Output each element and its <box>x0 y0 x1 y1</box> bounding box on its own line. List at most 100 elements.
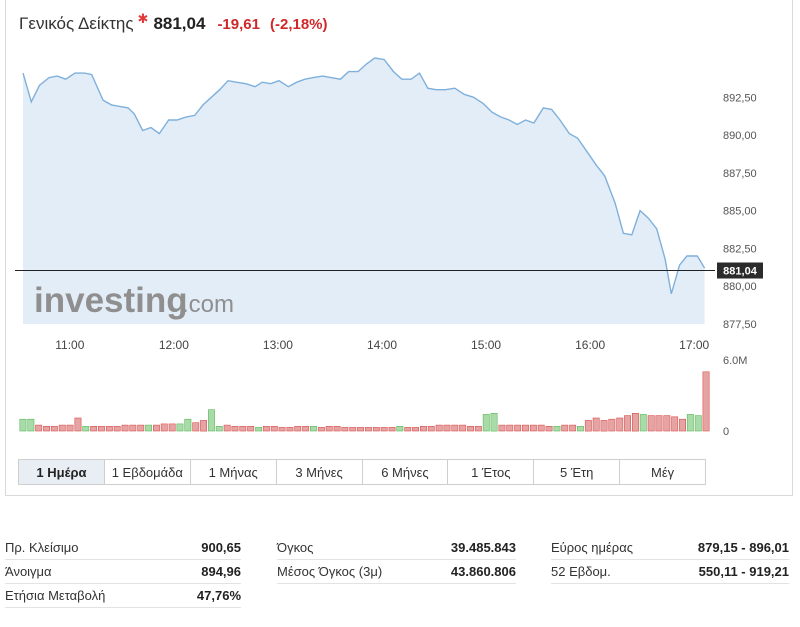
stat-label: 52 Εβδομ. <box>551 564 611 579</box>
timeframe-tab[interactable]: 5 Έτη <box>534 460 621 484</box>
stat-value: 879,15 - 896,01 <box>697 540 789 555</box>
volume-bar <box>113 425 121 432</box>
volume-bar <box>105 425 113 432</box>
stat-row: Εύρος ημέρας 879,15 - 896,01 <box>551 536 789 560</box>
volume-bar <box>121 424 129 432</box>
stat-row: 52 Εβδομ. 550,11 - 919,21 <box>551 560 789 584</box>
volume-bar <box>702 371 710 432</box>
volume-bar <box>208 409 215 432</box>
volume-bar <box>317 427 325 432</box>
stats-column-2: Όγκος 39.485.843 Μέσος Όγκος (3μ) 43.860.80… <box>277 536 516 584</box>
volume-bar <box>239 425 247 432</box>
volume-bar <box>569 424 577 432</box>
x-tick-label: 16:00 <box>575 338 605 352</box>
volume-bar <box>364 427 372 432</box>
volume-bar <box>647 415 655 432</box>
timeframe-tabs: 1 Ημέρα 1 Εβδομάδα 1 Μήνας 3 Μήνες 6 Μήνες 1 … <box>18 459 706 485</box>
volume-bar <box>529 424 537 432</box>
timeframe-tab[interactable]: 6 Μήνες <box>363 460 449 484</box>
volume-bar <box>145 424 152 432</box>
timeframe-tab[interactable]: 1 Μήνας <box>191 460 277 484</box>
timeframe-tab[interactable]: 3 Μήνες <box>277 460 363 484</box>
volume-bar <box>584 420 592 432</box>
stat-value: 43.860.806 <box>450 564 516 579</box>
volume-bar <box>153 424 160 432</box>
stat-value: 39.485.843 <box>450 540 516 555</box>
volume-bar <box>553 425 561 432</box>
last-price-badge-label: 881,04 <box>723 265 758 277</box>
volume-bar <box>506 424 514 432</box>
volume-bar <box>412 427 419 432</box>
logo-brand: investing <box>34 281 188 320</box>
stat-label: Ετήσια Μεταβολή <box>5 588 106 603</box>
volume-bar <box>435 424 443 432</box>
y-tick-label: 887,50 <box>723 168 757 180</box>
stat-label: Εύρος ημέρας <box>551 540 633 555</box>
volume-bar <box>176 423 184 432</box>
volume-bar <box>325 425 333 432</box>
logo-suffix: .com <box>182 291 234 318</box>
volume-bar <box>639 414 647 432</box>
volume-bar <box>467 425 474 432</box>
volume-bar <box>616 417 624 432</box>
volume-bar <box>624 415 632 432</box>
volume-bar <box>223 424 231 432</box>
volume-bar <box>66 424 74 432</box>
volume-bar <box>200 420 207 432</box>
volume-bar <box>255 427 262 432</box>
volume-bar <box>419 425 427 432</box>
volume-bar <box>600 420 608 432</box>
volume-tick-label: 0 <box>723 426 729 438</box>
y-tick-label: 880,00 <box>723 281 757 293</box>
timeframe-tab[interactable]: 1 Εβδομάδα <box>105 460 191 484</box>
volume-bar <box>663 415 671 432</box>
stat-row: Ετήσια Μεταβολή 47,76% <box>5 584 241 608</box>
volume-bar <box>694 415 702 432</box>
y-tick-label: 885,00 <box>723 206 757 218</box>
volume-bar <box>631 412 639 432</box>
volume-bar <box>514 424 522 432</box>
timeframe-tab[interactable]: 1 Έτος <box>448 460 535 484</box>
volume-bar <box>482 414 490 432</box>
volume-bar <box>74 417 82 432</box>
timeframe-tab[interactable]: 1 Ημέρα <box>19 460 105 484</box>
volume-bar <box>168 423 176 432</box>
volume-bar <box>215 425 223 432</box>
price-chart[interactable]: investing .com 892,50890,00887,50885,008… <box>0 0 800 460</box>
volume-bar <box>459 424 467 432</box>
volume-bar <box>404 427 412 432</box>
y-tick-label: 882,50 <box>723 243 757 255</box>
stats-column-1: Πρ. Κλείσιμο 900,65 Άνοιγμα 894,96 Ετήσια Με… <box>5 536 241 608</box>
volume-bar <box>58 424 66 432</box>
volume-y-axis: 6.0M 0 <box>723 355 747 438</box>
stat-label: Όγκος <box>277 540 314 555</box>
volume-bar <box>427 425 435 432</box>
volume-bar <box>184 418 192 432</box>
x-tick-label: 15:00 <box>471 338 501 352</box>
volume-bar <box>474 425 482 432</box>
volume-bar <box>372 427 380 432</box>
volume-bar <box>388 427 396 432</box>
stat-row: Πρ. Κλείσιμο 900,65 <box>5 536 241 560</box>
volume-bar <box>192 422 200 432</box>
volume-bar <box>247 425 255 432</box>
volume-bar <box>35 424 43 432</box>
y-tick-label: 890,00 <box>723 130 757 142</box>
volume-bar <box>50 425 58 432</box>
stat-value: 550,11 - 919,21 <box>698 564 789 579</box>
volume-bar <box>129 424 137 432</box>
volume-bar <box>671 416 679 432</box>
volume-bar <box>333 425 341 432</box>
volume-bar <box>686 414 694 432</box>
volume-bar <box>82 425 90 432</box>
volume-bar <box>357 427 364 432</box>
stat-value: 894,96 <box>201 564 241 579</box>
volume-bar <box>490 412 498 432</box>
x-tick-label: 13:00 <box>263 338 293 352</box>
volume-bar <box>451 424 459 432</box>
volume-bar <box>43 425 51 432</box>
volume-bar <box>309 425 317 432</box>
stat-row: Μέσος Όγκος (3μ) 43.860.806 <box>277 560 516 584</box>
volume-bar <box>443 424 451 432</box>
timeframe-tab[interactable]: Μέγ <box>620 460 705 484</box>
